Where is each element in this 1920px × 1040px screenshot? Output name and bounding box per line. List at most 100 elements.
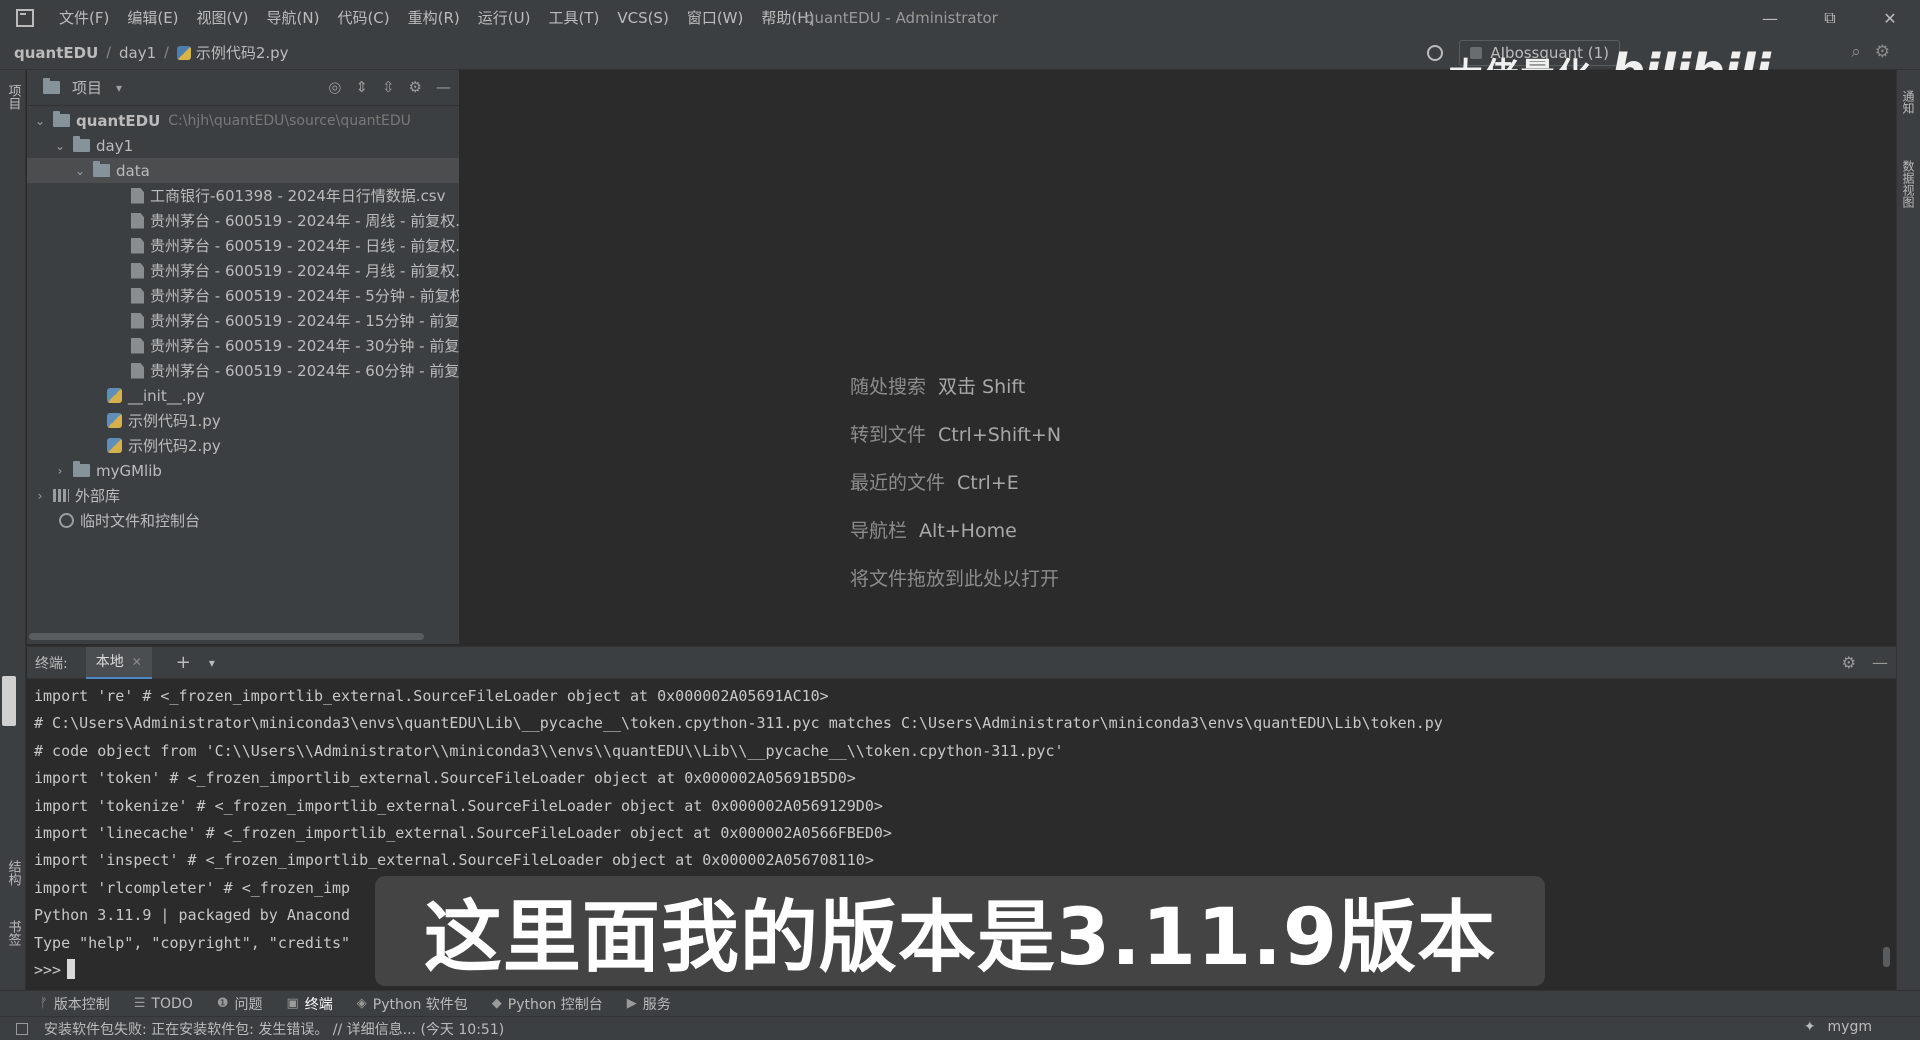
bookmarks-tool-tab[interactable]: 书签 [2,920,24,946]
restore-button[interactable]: ⧉ [1800,0,1860,36]
breadcrumb-folder[interactable]: day1 [119,44,156,62]
app-logo-icon[interactable] [16,9,34,27]
hint-shortcut: 双击 Shift [938,376,1026,398]
toggle-tool-windows-icon[interactable] [16,1022,28,1035]
main-menu: 文件(F) 编辑(E) 视图(V) 导航(N) 代码(C) 重构(R) 运行(U… [50,0,823,36]
video-subtitle: 这里面我的版本是3.11.9版本 [375,876,1545,986]
tool-tab-todo[interactable]: ☰ TODO [134,996,193,1012]
tree-row-mygmlib[interactable]: › myGMlib [27,458,459,483]
tool-tab-label: Python 软件包 [372,996,468,1013]
breadcrumb-project[interactable]: quantEDU [14,44,98,62]
terminal-scrollbar[interactable] [1883,947,1890,967]
terminal-tab-local[interactable]: 本地 ✕ [85,646,152,679]
expand-all-icon[interactable]: ⇕ [355,78,368,96]
tree-label: __init__.py [128,386,205,405]
tool-tab-python-packages[interactable]: ◈ Python 软件包 [357,994,468,1014]
tree-label: day1 [96,136,134,155]
project-panel: 项目 ▾ ◎ ⇕ ⇳ ⚙ — ⌄ quantEDU C:\hjh\quantED… [27,70,459,644]
minimize-button[interactable]: — [1740,0,1800,36]
chevron-right-icon[interactable]: › [33,489,47,503]
tree-label: 示例代码2.py [128,437,221,455]
settings-icon[interactable]: ⚙ [1875,42,1890,62]
tool-tab-services[interactable]: ▶ 服务 [627,994,671,1014]
hint-shortcut: Ctrl+Shift+N [938,424,1062,446]
tree-row-file[interactable]: 工商银行-601398 - 2024年日行情数据.csv [27,183,459,208]
chevron-down-icon[interactable]: ⌄ [73,164,87,178]
chevron-down-icon[interactable]: ⌄ [33,114,47,128]
hint-label: 将文件拖放到此处以打开 [850,568,1060,590]
tree-row-file[interactable]: 贵州茅台 - 600519 - 2024年 - 月线 - 前复权.c [27,258,459,283]
tree-row-external-libs[interactable]: › 外部库 [27,483,459,508]
python-file-icon [176,45,191,60]
horizontal-scrollbar[interactable] [29,633,424,640]
tree-label: 贵州茅台 - 600519 - 2024年 - 周线 - 前复权.c [150,212,459,230]
tree-row-file[interactable]: 贵州茅台 - 600519 - 2024年 - 60分钟 - 前复权 [27,358,459,383]
tree-row-pyfile[interactable]: __init__.py [27,383,459,408]
status-user[interactable]: mygm [1828,1019,1872,1035]
project-tree: ⌄ quantEDU C:\hjh\quantEDU\source\quantE… [27,106,459,533]
hide-panel-icon[interactable]: — [436,78,451,96]
tree-row-root[interactable]: ⌄ quantEDU C:\hjh\quantEDU\source\quantE… [27,108,459,133]
status-message[interactable]: 安装软件包失败: 正在安装软件包: 发生错误。 // 详细信息... (今天 1… [44,1019,504,1039]
tree-row-file[interactable]: 贵州茅台 - 600519 - 2024年 - 日线 - 前复权.c [27,233,459,258]
menu-window[interactable]: 窗口(W) [678,0,753,36]
gear-icon[interactable]: ⚙ [409,78,422,96]
chevron-down-icon[interactable]: ▾ [209,656,215,670]
menu-navigate[interactable]: 导航(N) [258,0,329,36]
gear-icon[interactable]: ⚙ [1842,653,1856,672]
tool-tab-python-console[interactable]: ◆ Python 控制台 [492,994,603,1014]
menu-run[interactable]: 运行(U) [469,0,540,36]
tool-window-bar: ᚠ 版本控制 ☰ TODO ❶ 问题 ▣ 终端 ◈ Python 软件包 ◆ P… [0,990,1920,1016]
close-button[interactable]: ✕ [1860,0,1920,36]
tool-tab-problems[interactable]: ❶ 问题 [217,994,263,1014]
tool-tab-label: 版本控制 [53,996,110,1013]
status-right: ✦ mygm [1804,1019,1872,1035]
tree-root-path: C:\hjh\quantEDU\source\quantEDU [168,112,411,129]
tree-row-data[interactable]: ⌄ data [27,158,459,183]
tool-tab-vcs[interactable]: ᚠ 版本控制 [40,994,110,1014]
editor-hint: 转到文件 Ctrl+Shift+N [850,420,1061,447]
tool-tab-terminal[interactable]: ▣ 终端 [287,994,333,1014]
collapse-all-icon[interactable]: ⇳ [382,78,395,96]
tree-row-file[interactable]: 贵州茅台 - 600519 - 2024年 - 周线 - 前复权.c [27,208,459,233]
python-file-icon [107,438,122,453]
menu-file[interactable]: 文件(F) [50,0,118,36]
menu-vcs[interactable]: VCS(S) [608,0,677,36]
structure-tool-tab[interactable]: 结构 [2,860,24,886]
menu-edit[interactable]: 编辑(E) [118,0,187,36]
search-icon[interactable]: ⌕ [1851,42,1861,62]
tree-row-day1[interactable]: ⌄ day1 [27,133,459,158]
tree-row-pyfile[interactable]: 示例代码1.py [27,408,459,433]
locate-file-icon[interactable]: ◎ [328,78,341,96]
notifications-tool-tab[interactable]: 通知 [1900,90,1917,114]
tree-row-file[interactable]: 贵州茅台 - 600519 - 2024年 - 5分钟 - 前复权 [27,283,459,308]
terminal-line: import 'linecache' # <_frozen_importlib_… [34,823,892,842]
breadcrumb-file[interactable]: 示例代码2.py [196,42,289,63]
tree-row-pyfile[interactable]: 示例代码2.py [27,433,459,458]
sciview-tool-tab[interactable]: 数据视图 [1900,160,1917,208]
chevron-right-icon[interactable]: › [53,464,67,478]
terminal-icon: ▣ [286,996,299,1011]
tree-row-file[interactable]: 贵州茅台 - 600519 - 2024年 - 30分钟 - 前复权 [27,333,459,358]
hide-panel-icon[interactable]: — [1872,653,1888,672]
tree-row-file[interactable]: 贵州茅台 - 600519 - 2024年 - 15分钟 - 前复权 [27,308,459,333]
close-icon[interactable]: ✕ [132,646,142,678]
tree-row-scratches[interactable]: 临时文件和控制台 [27,508,459,533]
python-console-icon: ◆ [491,996,502,1011]
add-terminal-icon[interactable]: + [176,652,191,673]
status-bar: 安装软件包失败: 正在安装软件包: 发生错误。 // 详细信息... (今天 1… [0,1016,1920,1040]
chevron-down-icon[interactable]: ▾ [112,81,126,95]
csv-file-icon [131,337,144,354]
chevron-down-icon[interactable]: ⌄ [53,139,67,153]
editor-hint: 随处搜索 双击 Shift [850,372,1025,399]
user-icon[interactable] [1427,45,1444,61]
scratches-icon [59,513,74,528]
menu-tools[interactable]: 工具(T) [539,0,608,36]
play-icon: ▶ [626,996,637,1011]
project-panel-title[interactable]: 项目 [72,77,102,98]
project-tool-tab[interactable]: 项目 [2,84,24,110]
menu-view[interactable]: 视图(V) [188,0,258,36]
terminal-prompt: >>> [34,960,62,979]
menu-refactor[interactable]: 重构(R) [399,0,469,36]
menu-code[interactable]: 代码(C) [328,0,398,36]
